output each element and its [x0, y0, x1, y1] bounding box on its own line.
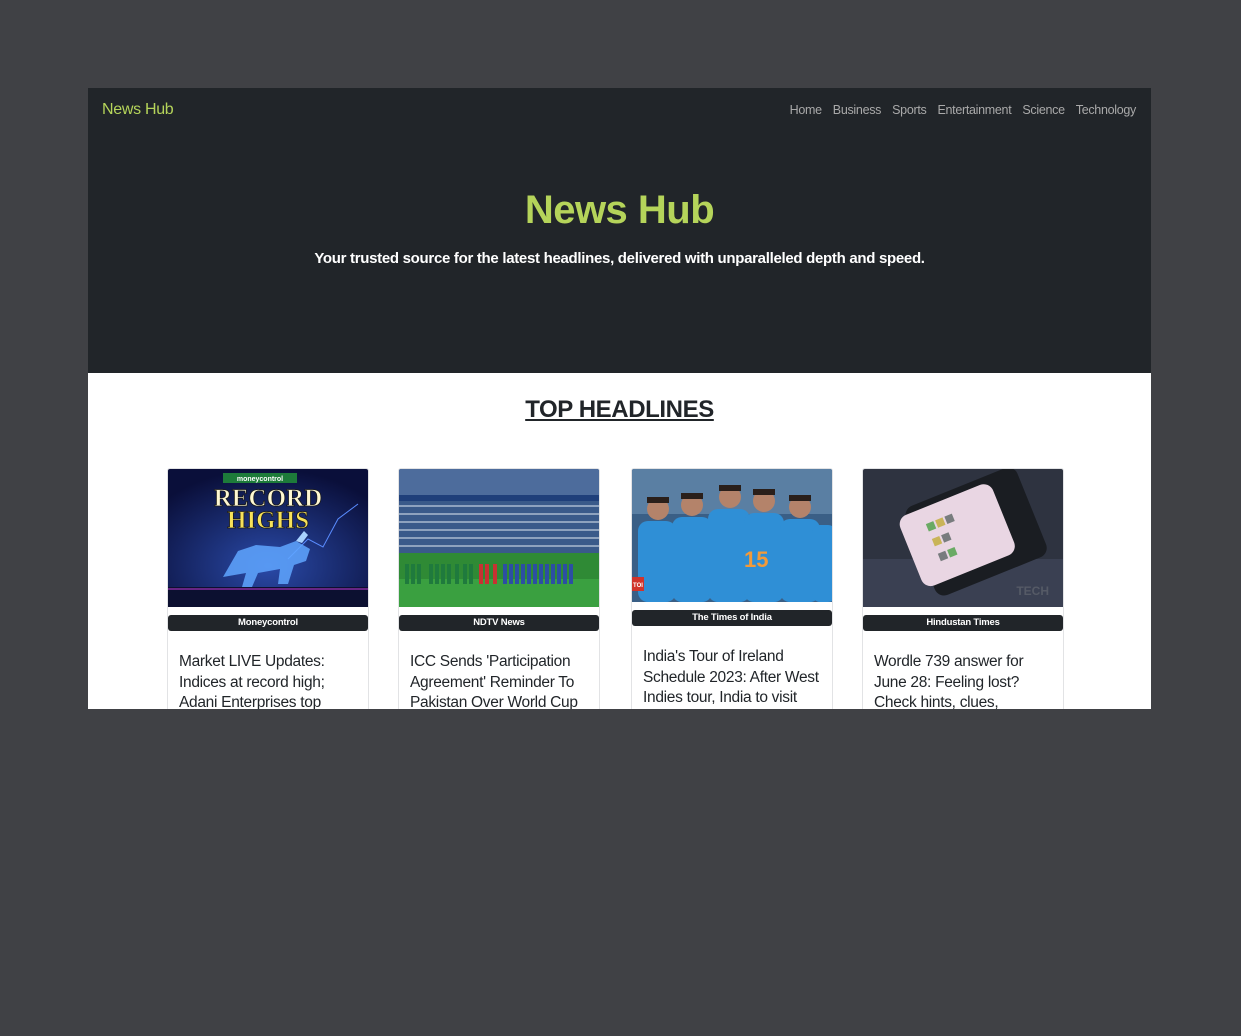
- news-card[interactable]: moneycontrol RECORD HIGHS Moneycontrol M…: [167, 468, 369, 709]
- nav-science[interactable]: Science: [1022, 103, 1065, 117]
- card-image-india-team[interactable]: 15 TOI: [632, 469, 832, 602]
- main-nav: Home Business Sports Entertainment Scien…: [790, 103, 1137, 117]
- news-card[interactable]: TECH Hindustan Times Wordle 739 answer f…: [862, 468, 1064, 709]
- hero-header: News Hub Home Business Sports Entertainm…: [88, 88, 1151, 373]
- nav-sports[interactable]: Sports: [892, 103, 927, 117]
- card-title[interactable]: Market LIVE Updates: Indices at record h…: [179, 652, 358, 709]
- source-badge: Hindustan Times: [863, 615, 1063, 631]
- card-image-market[interactable]: moneycontrol RECORD HIGHS: [168, 469, 368, 607]
- news-card[interactable]: NDTV News ICC Sends 'Participation Agree…: [398, 468, 600, 709]
- nav-technology[interactable]: Technology: [1076, 103, 1137, 117]
- svg-text:moneycontrol: moneycontrol: [237, 476, 283, 483]
- card-image-cricket-stadium[interactable]: [399, 469, 599, 607]
- source-badge: Moneycontrol: [168, 615, 368, 631]
- hero-title: News Hub: [524, 188, 715, 232]
- brand-link[interactable]: News Hub: [102, 101, 174, 119]
- svg-text:TECH: TECH: [1016, 584, 1049, 598]
- svg-text:HIGHS: HIGHS: [227, 507, 309, 534]
- news-card[interactable]: 15 TOI The Times of India India's Tour o…: [631, 468, 833, 709]
- svg-text:15: 15: [744, 547, 768, 572]
- card-title[interactable]: ICC Sends 'Participation Agreement' Remi…: [410, 652, 589, 709]
- nav-entertainment[interactable]: Entertainment: [937, 103, 1011, 117]
- card-image-wordle-phone[interactable]: TECH: [863, 469, 1063, 607]
- source-badge: The Times of India: [632, 610, 832, 626]
- nav-home[interactable]: Home: [790, 103, 822, 117]
- svg-text:TOI: TOI: [633, 583, 643, 589]
- source-badge: NDTV News: [399, 615, 599, 631]
- card-title[interactable]: India's Tour of Ireland Schedule 2023: A…: [643, 647, 822, 709]
- browser-viewport: News Hub Home Business Sports Entertainm…: [88, 88, 1151, 709]
- nav-business[interactable]: Business: [833, 103, 882, 117]
- card-title[interactable]: Wordle 739 answer for June 28: Feeling l…: [874, 652, 1053, 709]
- section-title: TOP HEADLINES: [525, 396, 714, 423]
- hero-subtitle: Your trusted source for the latest headl…: [314, 250, 925, 267]
